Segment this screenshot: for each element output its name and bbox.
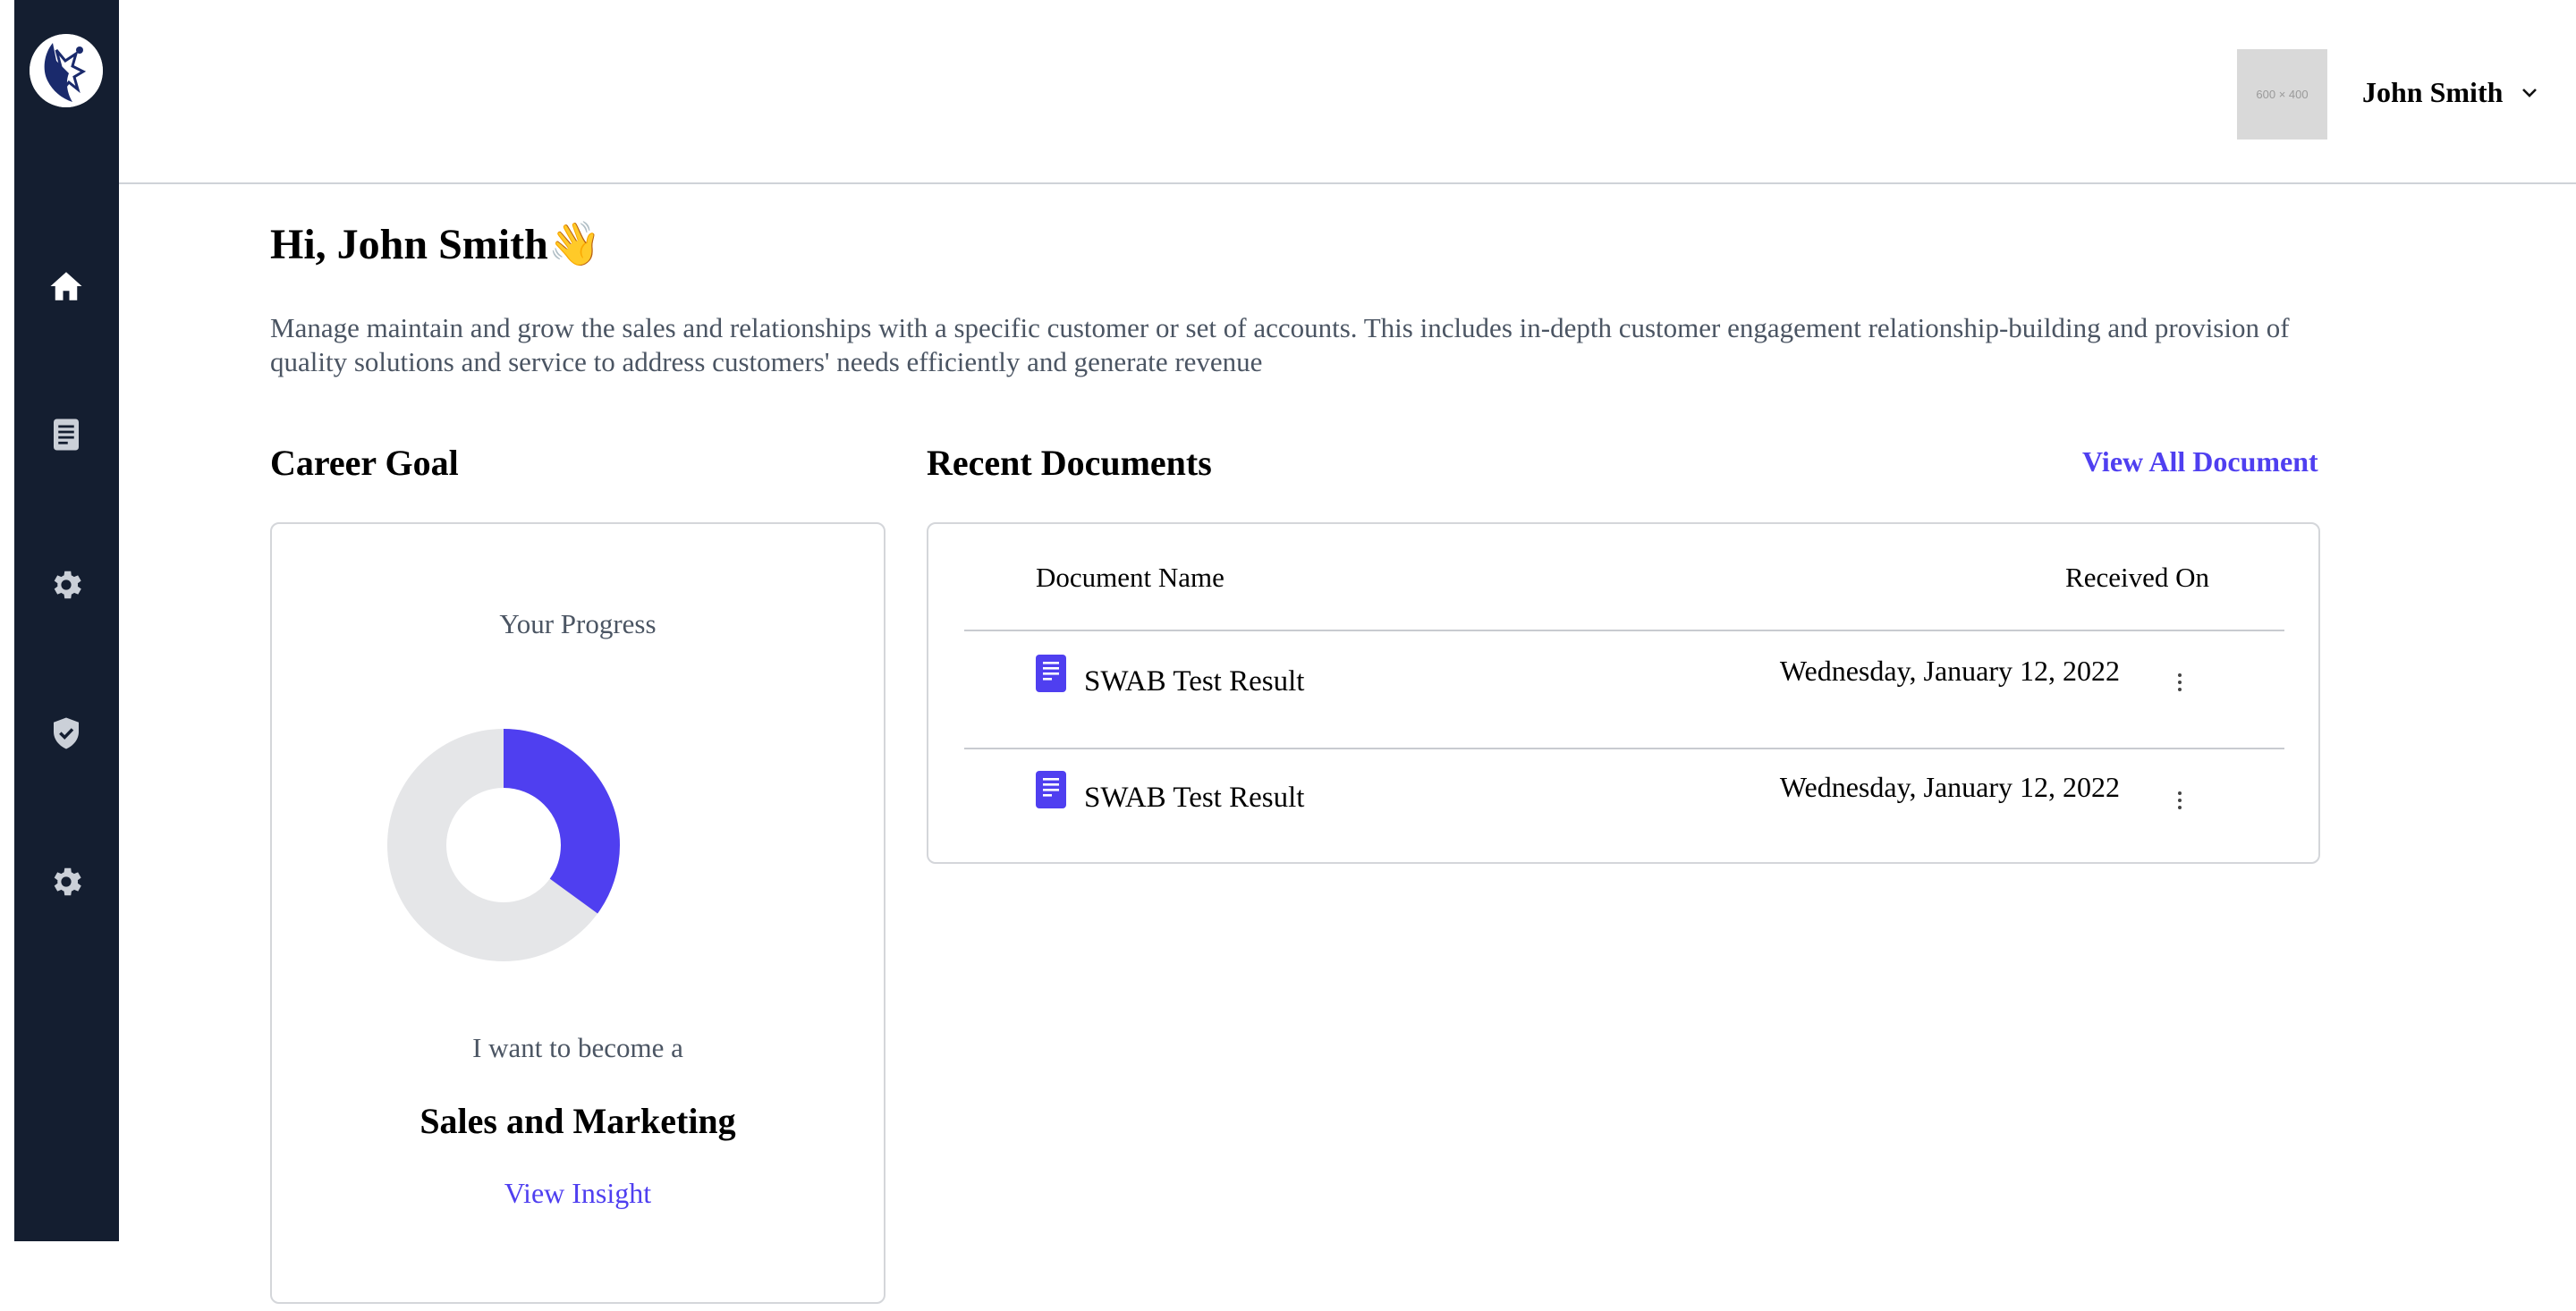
document-date: Wednesday, January 12, 2022 <box>1779 771 2120 803</box>
home-icon <box>50 272 82 300</box>
table-row[interactable]: SWAB Test Result Wednesday, January 12, … <box>928 749 2318 866</box>
kebab-dot-icon <box>2178 681 2182 684</box>
user-name: John Smith <box>2362 75 2504 108</box>
view-insight-link[interactable]: View Insight <box>272 1177 884 1210</box>
become-label: I want to become a <box>472 1032 683 1063</box>
career-goal-value: Sales and Marketing <box>419 1101 736 1141</box>
top-header: 600 × 400 John Smith <box>119 0 2576 184</box>
progress-label: Your Progress <box>499 608 657 639</box>
document-icon <box>1036 771 1066 808</box>
recent-documents-table: Document Name Received On SWAB Test Resu… <box>927 522 2320 864</box>
kebab-dot-icon <box>2178 688 2182 691</box>
career-goal-card: Your Progress I want to become a Sales a… <box>270 522 886 1304</box>
avatar[interactable]: 600 × 400 <box>2237 49 2327 140</box>
shield-check-icon <box>54 717 79 749</box>
document-icon <box>54 419 79 451</box>
page-greeting: Hi, John Smith👋 <box>270 221 602 268</box>
progress-donut <box>387 729 620 961</box>
gear-icon <box>54 867 81 896</box>
sidebar-item-settings-2[interactable] <box>45 860 88 903</box>
row-menu-button[interactable] <box>2168 785 2191 816</box>
gear-icon <box>54 571 81 599</box>
sidebar-item-settings[interactable] <box>45 563 88 606</box>
sidebar-item-security[interactable] <box>45 712 88 755</box>
kebab-dot-icon <box>2178 791 2182 795</box>
chevron-down-icon <box>2522 89 2538 97</box>
sidebar <box>14 0 119 1241</box>
document-date: Wednesday, January 12, 2022 <box>1779 655 2120 687</box>
table-row[interactable]: SWAB Test Result Wednesday, January 12, … <box>928 631 2318 748</box>
career-goal-title: Career Goal <box>270 443 459 483</box>
document-name[interactable]: SWAB Test Result <box>1084 665 1304 698</box>
recent-documents-title: Recent Documents <box>927 443 1212 483</box>
kebab-dot-icon <box>2178 799 2182 802</box>
kebab-dot-icon <box>2178 806 2182 809</box>
document-name[interactable]: SWAB Test Result <box>1084 782 1304 815</box>
kebab-dot-icon <box>2178 673 2182 677</box>
document-icon <box>1036 655 1066 692</box>
view-all-documents-link[interactable]: View All Document <box>2082 445 2318 478</box>
app-logo[interactable] <box>30 34 103 107</box>
column-header-document-name: Document Name <box>1036 562 1224 593</box>
row-menu-button[interactable] <box>2168 667 2191 698</box>
user-menu[interactable]: John Smith <box>2362 70 2540 114</box>
sidebar-item-home[interactable] <box>45 265 88 308</box>
intro-text: Manage maintain and grow the sales and r… <box>270 312 2290 377</box>
sidebar-item-documents[interactable] <box>45 413 88 456</box>
column-header-received-on: Received On <box>2065 562 2209 593</box>
